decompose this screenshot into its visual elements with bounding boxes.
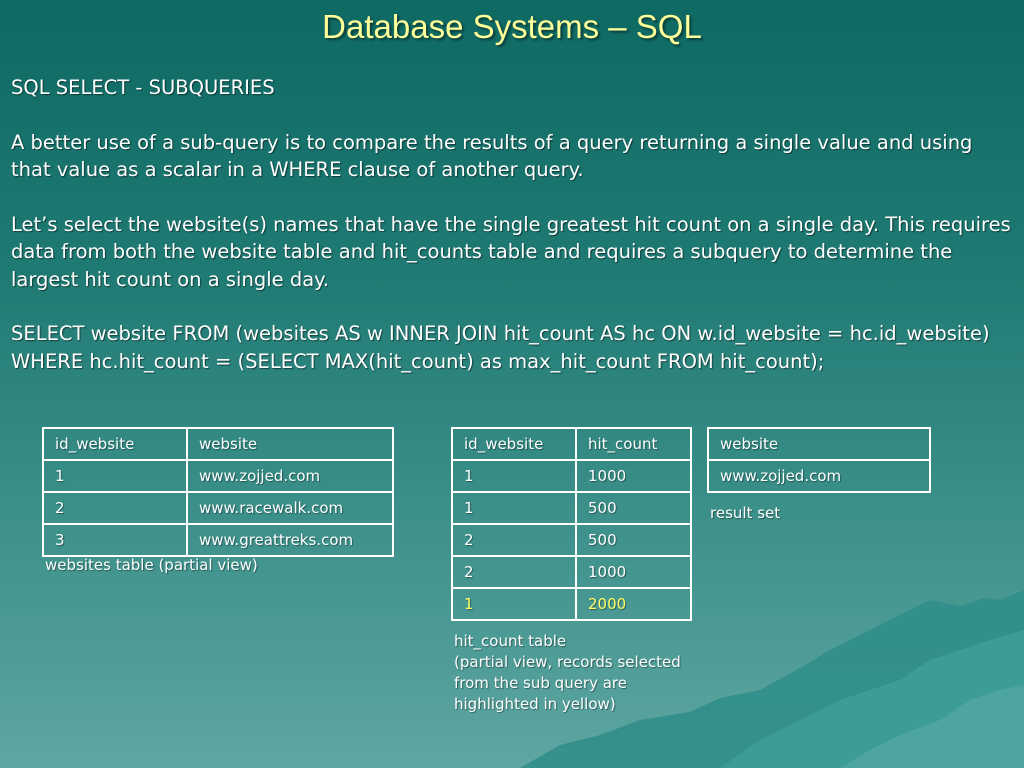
table-cell: 2: [451, 523, 577, 557]
table-header-cell: website: [186, 427, 394, 461]
table-row: www.zojjed.com: [707, 459, 931, 493]
table-cell: www.zojjed.com: [186, 459, 394, 493]
result-table-caption: result set: [710, 504, 781, 522]
websites-table: id_website website 1 www.zojjed.com 2 ww…: [42, 427, 394, 557]
table-cell: 3: [42, 523, 188, 557]
slide-body: SQL SELECT - SUBQUERIES A better use of …: [11, 74, 1017, 402]
table-row: 1 500: [451, 491, 692, 525]
table-cell: 500: [575, 491, 692, 525]
table-header-row: website: [707, 427, 931, 461]
table-header-cell: id_website: [42, 427, 188, 461]
table-row: 2 500: [451, 523, 692, 557]
caption-line: from the sub query are: [454, 674, 627, 692]
table-cell: 500: [575, 523, 692, 557]
websites-table-caption: websites table (partial view): [45, 556, 258, 574]
table-cell: 1000: [575, 459, 692, 493]
caption-line: highlighted in yellow): [454, 695, 616, 713]
table-cell: www.zojjed.com: [707, 459, 931, 493]
table-row: 3 www.greattreks.com: [42, 523, 394, 557]
table-row: 1 www.zojjed.com: [42, 459, 394, 493]
table-row: 1 1000: [451, 459, 692, 493]
sql-query: SELECT website FROM (websites AS w INNER…: [11, 322, 990, 373]
table-cell: www.racewalk.com: [186, 491, 394, 525]
table-header-row: id_website website: [42, 427, 394, 461]
result-table: website www.zojjed.com: [707, 427, 931, 493]
table-cell: 1: [451, 459, 577, 493]
table-header-row: id_website hit_count: [451, 427, 692, 461]
table-header-cell: id_website: [451, 427, 577, 461]
paragraph-intro: A better use of a sub-query is to compar…: [11, 130, 973, 182]
table-header-cell: website: [707, 427, 931, 461]
hitcount-table-caption: hit_count table (partial view, records s…: [454, 631, 681, 715]
table-cell: 1000: [575, 555, 692, 589]
caption-line: hit_count table: [454, 632, 567, 650]
table-cell: 2: [451, 555, 577, 589]
table-cell-highlighted: 1: [451, 587, 577, 621]
caption-line: (partial view, records selected: [454, 653, 681, 671]
table-cell: 2: [42, 491, 188, 525]
table-cell: 1: [451, 491, 577, 525]
table-cell: www.greattreks.com: [186, 523, 394, 557]
table-row-highlighted: 1 2000: [451, 587, 692, 621]
table-row: 2 www.racewalk.com: [42, 491, 394, 525]
table-cell: 1: [42, 459, 188, 493]
section-subheading: SQL SELECT - SUBQUERIES: [11, 76, 275, 99]
table-header-cell: hit_count: [575, 427, 692, 461]
table-row: 2 1000: [451, 555, 692, 589]
table-cell-highlighted: 2000: [575, 587, 692, 621]
paragraph-task: Let’s select the website(s) names that h…: [11, 212, 1011, 291]
slide-title: Database Systems – SQL: [322, 8, 702, 45]
hitcount-table: id_website hit_count 1 1000 1 500 2 500 …: [451, 427, 692, 621]
